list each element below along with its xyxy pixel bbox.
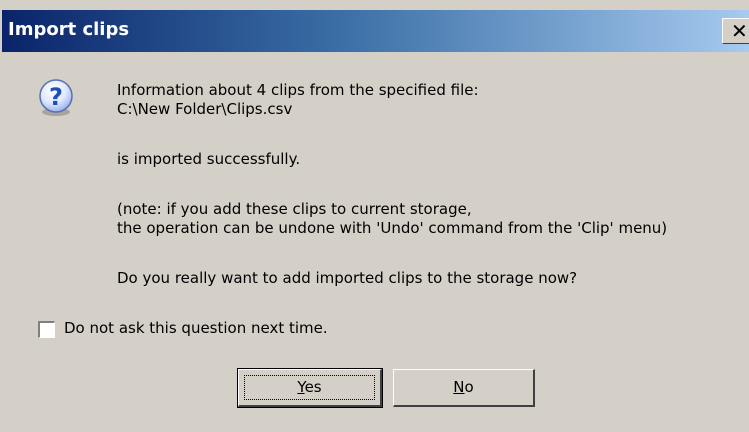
message-note-2: the operation can be undone with 'Undo' … bbox=[117, 219, 668, 237]
window-title: Import clips bbox=[8, 19, 130, 40]
message-note-1: (note: if you add these clips to current… bbox=[117, 200, 472, 218]
dont-ask-checkbox[interactable] bbox=[38, 321, 55, 338]
question-icon: ? bbox=[39, 79, 73, 116]
dont-ask-label[interactable]: Do not ask this question next time. bbox=[64, 319, 328, 338]
message-line-1: Information about 4 clips from the speci… bbox=[117, 81, 479, 99]
yes-button[interactable]: Yes bbox=[237, 368, 383, 408]
message-question: Do you really want to add imported clips… bbox=[117, 269, 578, 287]
close-button[interactable]: ✕ bbox=[722, 18, 749, 44]
question-glyph: ? bbox=[49, 83, 63, 111]
title-bar[interactable]: Import clips ✕ bbox=[2, 10, 749, 52]
no-button[interactable]: No bbox=[393, 369, 535, 407]
import-clips-dialog: Import clips ✕ ? Information about 4 cli… bbox=[0, 0, 749, 432]
no-mnemonic: N bbox=[453, 378, 465, 396]
message-file-path: C:\New Folder\Clips.csv bbox=[117, 100, 293, 118]
no-label-rest: o bbox=[464, 378, 474, 396]
message-line-3: is imported successfully. bbox=[117, 150, 301, 168]
close-icon: ✕ bbox=[731, 19, 748, 43]
focus-rectangle bbox=[244, 375, 375, 400]
